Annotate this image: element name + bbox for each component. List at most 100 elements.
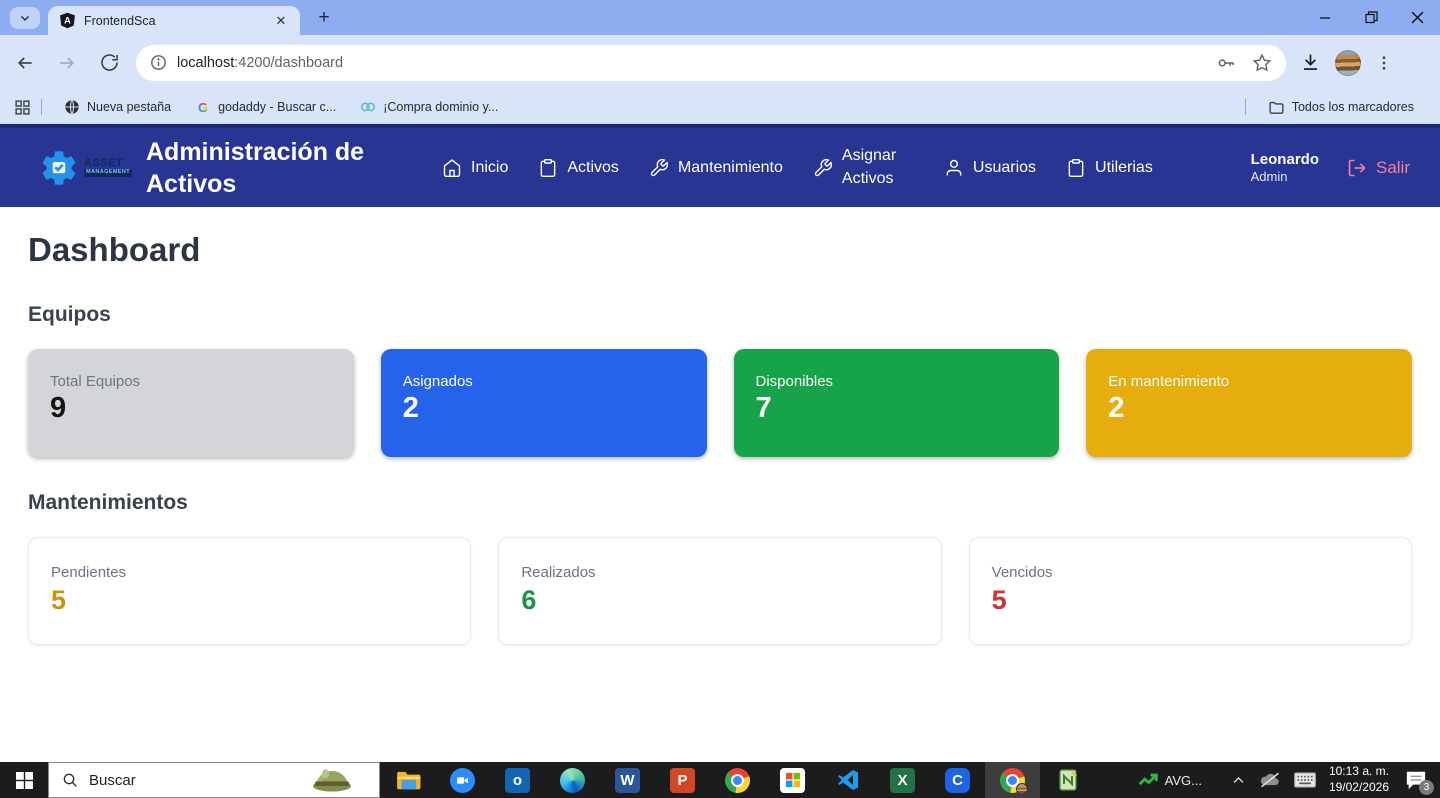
equipos-cards-row: Total Equipos 9 Asignados 2 Disponibles …	[28, 349, 1412, 457]
onedrive-offline-icon[interactable]	[1259, 771, 1281, 789]
bookmarks-bar: Nueva pestaña G godaddy - Buscar c... ¡C…	[0, 90, 1440, 124]
clipboard-icon	[1068, 158, 1084, 177]
excel-icon: X	[890, 767, 915, 793]
taskbar-edge[interactable]	[545, 762, 600, 798]
card-label: Total Equipos	[50, 373, 141, 390]
site-info-icon[interactable]	[150, 54, 167, 71]
tab-search-button[interactable]	[10, 6, 40, 29]
taskbar-search-box[interactable]: Buscar	[48, 762, 380, 798]
card-value: 5	[991, 585, 1007, 615]
start-button[interactable]	[0, 762, 48, 798]
downloads-icon[interactable]	[1300, 52, 1321, 73]
mantenimientos-cards-row: Pendientes 5 Realizados 6 Vencidos 5	[28, 537, 1412, 645]
browser-titlebar: A FrontendSca ✕ +	[0, 0, 1440, 35]
logout-button[interactable]: Salir	[1347, 158, 1410, 178]
logout-icon	[1348, 159, 1366, 176]
tray-chevron-up-icon[interactable]	[1231, 773, 1246, 788]
brand-line1: ASSET	[84, 157, 124, 170]
bookmark-godaddy-buscar[interactable]: G godaddy - Buscar c...	[195, 99, 336, 115]
nav-item-utilerias[interactable]: Utilerias	[1066, 158, 1153, 178]
avg-label: AVG...	[1164, 772, 1202, 788]
url-text[interactable]: localhost:4200/dashboard	[177, 55, 1216, 71]
url-host: localhost	[177, 54, 235, 71]
nav-item-usuarios[interactable]: Usuarios	[944, 158, 1036, 178]
card-label: Disponibles	[755, 373, 834, 390]
avg-tray-item[interactable]: AVG...	[1138, 772, 1202, 788]
card-value: 5	[51, 585, 67, 615]
bookmark-nueva-pestana[interactable]: Nueva pestaña	[64, 99, 171, 115]
word-icon: W	[615, 767, 640, 793]
url-path: :4200/dashboard	[234, 54, 344, 71]
taskbar-file-explorer[interactable]	[380, 762, 435, 798]
taskbar-clipchamp[interactable]: C	[930, 762, 985, 798]
godaddy-icon	[361, 102, 376, 112]
taskbar-chrome-pinned[interactable]	[710, 762, 765, 798]
restore-icon	[1364, 11, 1378, 24]
password-key-icon[interactable]	[1216, 53, 1236, 73]
minimize-icon	[1320, 16, 1330, 19]
menu-kebab-icon[interactable]	[1375, 54, 1393, 72]
dashboard-page: Dashboard Equipos Total Equipos 9 Asigna…	[0, 207, 1440, 762]
bookmark-label: Todos los marcadores	[1291, 100, 1414, 114]
powerpoint-icon: P	[670, 767, 695, 793]
back-button[interactable]	[8, 46, 42, 80]
bookmark-compra-dominio[interactable]: ¡Compra dominio y...	[360, 99, 498, 115]
app-logo: ASSET MANAGEMENT	[38, 147, 138, 189]
taskbar-clock[interactable]: 10:13 a. m. 19/02/2026	[1329, 764, 1389, 795]
folder-icon	[1269, 101, 1284, 114]
notification-center-button[interactable]: 3	[1402, 767, 1434, 795]
browser-tab[interactable]: A FrontendSca ✕	[48, 6, 300, 35]
section-heading-mantenimientos: Mantenimientos	[28, 491, 188, 514]
new-tab-button[interactable]: +	[310, 4, 338, 32]
taskbar-outlook[interactable]: o	[490, 762, 545, 798]
window-close-button[interactable]	[1394, 0, 1440, 35]
address-bar[interactable]: localhost:4200/dashboard	[136, 44, 1286, 81]
system-tray: AVG... 10:13 a. m. 19/02/2026 3	[1138, 762, 1440, 798]
clock-date: 19/02/2026	[1328, 780, 1389, 794]
taskbar-vscode[interactable]	[820, 762, 875, 798]
google-icon: G	[195, 99, 211, 115]
clipchamp-icon: C	[945, 767, 970, 793]
taskbar-notepad-plus-plus[interactable]	[1040, 762, 1095, 798]
card-value: 2	[402, 392, 419, 424]
reload-icon	[100, 54, 118, 71]
nav-item-mantenimiento[interactable]: Mantenimiento	[649, 158, 783, 178]
taskbar-powerpoint[interactable]: P	[655, 762, 710, 798]
bookmarks-separator	[1244, 99, 1246, 115]
all-bookmarks-button[interactable]: Todos los marcadores	[1268, 99, 1414, 116]
card-label: Vencidos	[991, 564, 1053, 581]
card-value: 7	[755, 392, 772, 424]
globe-icon	[65, 99, 79, 115]
nav-item-label: Inicio	[471, 158, 509, 176]
nav-item-inicio[interactable]: Inicio	[442, 158, 508, 178]
taskbar-chrome-active[interactable]	[985, 762, 1040, 798]
logout-label: Salir	[1375, 157, 1410, 177]
card-value: 2	[1108, 392, 1125, 424]
taskbar-word[interactable]: W	[600, 762, 655, 798]
reload-button[interactable]	[92, 46, 126, 80]
taskbar-microsoft-store[interactable]	[765, 762, 820, 798]
tab-close-icon[interactable]: ✕	[272, 12, 290, 30]
touch-keyboard-icon[interactable]	[1294, 772, 1316, 788]
card-disponibles: Disponibles 7	[733, 349, 1060, 457]
window-restore-button[interactable]	[1348, 0, 1394, 35]
forward-button[interactable]	[50, 46, 84, 80]
search-highlight-helmet-icon[interactable]	[311, 758, 353, 797]
taskbar-excel[interactable]: X	[875, 762, 930, 798]
profile-badge	[1016, 783, 1028, 795]
bookmark-star-icon[interactable]	[1252, 53, 1272, 73]
svg-text:A: A	[64, 16, 71, 26]
apps-grid-icon[interactable]	[14, 99, 31, 116]
nav-item-activos[interactable]: Activos	[538, 158, 619, 178]
nav-item-asignar-activos[interactable]: Asignar Activos	[813, 145, 914, 190]
nav-item-label: Mantenimiento	[677, 158, 783, 176]
bookmark-label: ¡Compra dominio y...	[383, 100, 499, 114]
taskbar-zoom[interactable]	[435, 762, 490, 798]
screen: A FrontendSca ✕ + localhost:4200/dashboa…	[0, 0, 1440, 798]
window-minimize-button[interactable]	[1302, 0, 1348, 35]
notification-badge: 3	[1419, 780, 1434, 795]
edge-icon	[560, 767, 585, 793]
card-label: Asignados	[402, 373, 473, 390]
profile-avatar[interactable]	[1335, 49, 1361, 76]
vscode-icon	[837, 770, 858, 790]
